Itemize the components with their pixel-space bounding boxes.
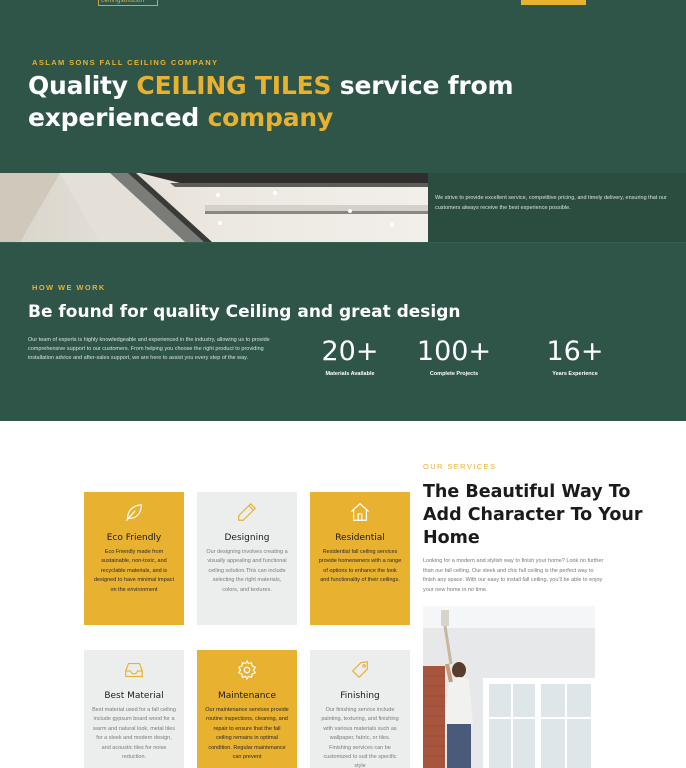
stat-number: 16+ — [546, 336, 604, 367]
services-heading: The Beautiful Way To Add Character To Yo… — [423, 482, 643, 548]
service-card-residential[interactable]: Residential Residential fall ceiling ser… — [310, 492, 410, 625]
hero-title: Quality CEILING TILES service from exper… — [28, 71, 514, 132]
card-title: Finishing — [340, 691, 380, 701]
hero-eyebrow: ASLAM SONS FALL CEILING COMPANY — [32, 58, 219, 67]
header-cta-button[interactable] — [521, 0, 586, 5]
gear-icon — [205, 659, 289, 681]
card-text: Eco Friendly made from sustainable, non-… — [93, 549, 175, 593]
card-title: Best Material — [104, 691, 164, 701]
stat-number: 100+ — [416, 336, 492, 367]
stat-label: Materials Available — [325, 371, 375, 377]
hero-title-highlight: CEILING TILES — [136, 71, 332, 100]
service-card-designing[interactable]: Designing Our designing involves creatin… — [197, 492, 297, 625]
services-description: Looking for a modern and stylish way to … — [423, 558, 604, 593]
intro-text: We strive to provide excellent service, … — [435, 195, 667, 211]
card-text: Residential fall ceiling services provid… — [318, 549, 402, 584]
service-card-eco-friendly[interactable]: Eco Friendly Eco Friendly made from sust… — [84, 492, 184, 625]
card-text: Our finishing service include painting, … — [321, 707, 399, 768]
stat-label: Complete Projects — [429, 371, 479, 377]
card-title: Maintenance — [218, 691, 276, 701]
pencil-icon — [205, 501, 289, 523]
services-eyebrow: OUR SERVICES — [423, 462, 497, 471]
home-icon — [318, 501, 402, 523]
stat-years: 16+ Years Experience — [536, 336, 614, 377]
inbox-icon — [92, 659, 176, 681]
hero-title-highlight: company — [207, 103, 334, 132]
card-text: Our maintenance services provide routine… — [205, 707, 289, 761]
divider — [0, 242, 686, 243]
stat-materials: 20+ Materials Available — [310, 336, 390, 377]
card-title: Residential — [335, 533, 385, 543]
tag-icon — [318, 659, 402, 681]
stat-number: 20+ — [321, 336, 379, 367]
leaf-icon — [92, 501, 176, 523]
card-text: Our designing involves creating a visual… — [206, 549, 288, 593]
logo-text: ceilingsolution — [101, 0, 145, 4]
how-title: Be found for quality Ceiling and great d… — [28, 302, 461, 322]
stat-label: Years Experience — [552, 371, 598, 377]
card-text: Best material used for a fall ceiling in… — [92, 707, 176, 761]
how-eyebrow: HOW WE WORK — [32, 283, 106, 292]
how-text: Our team of experts is highly knowledgea… — [28, 337, 270, 362]
service-card-maintenance[interactable]: Maintenance Our maintenance services pro… — [197, 650, 297, 768]
stat-projects: 100+ Complete Projects — [409, 336, 499, 377]
ceiling-photo — [0, 173, 428, 242]
service-card-best-material[interactable]: Best Material Best material used for a f… — [84, 650, 184, 768]
service-card-finishing[interactable]: Finishing Our finishing service include … — [310, 650, 410, 768]
worker-photo — [423, 606, 595, 768]
card-title: Eco Friendly — [106, 533, 162, 543]
card-title: Designing — [224, 533, 270, 543]
